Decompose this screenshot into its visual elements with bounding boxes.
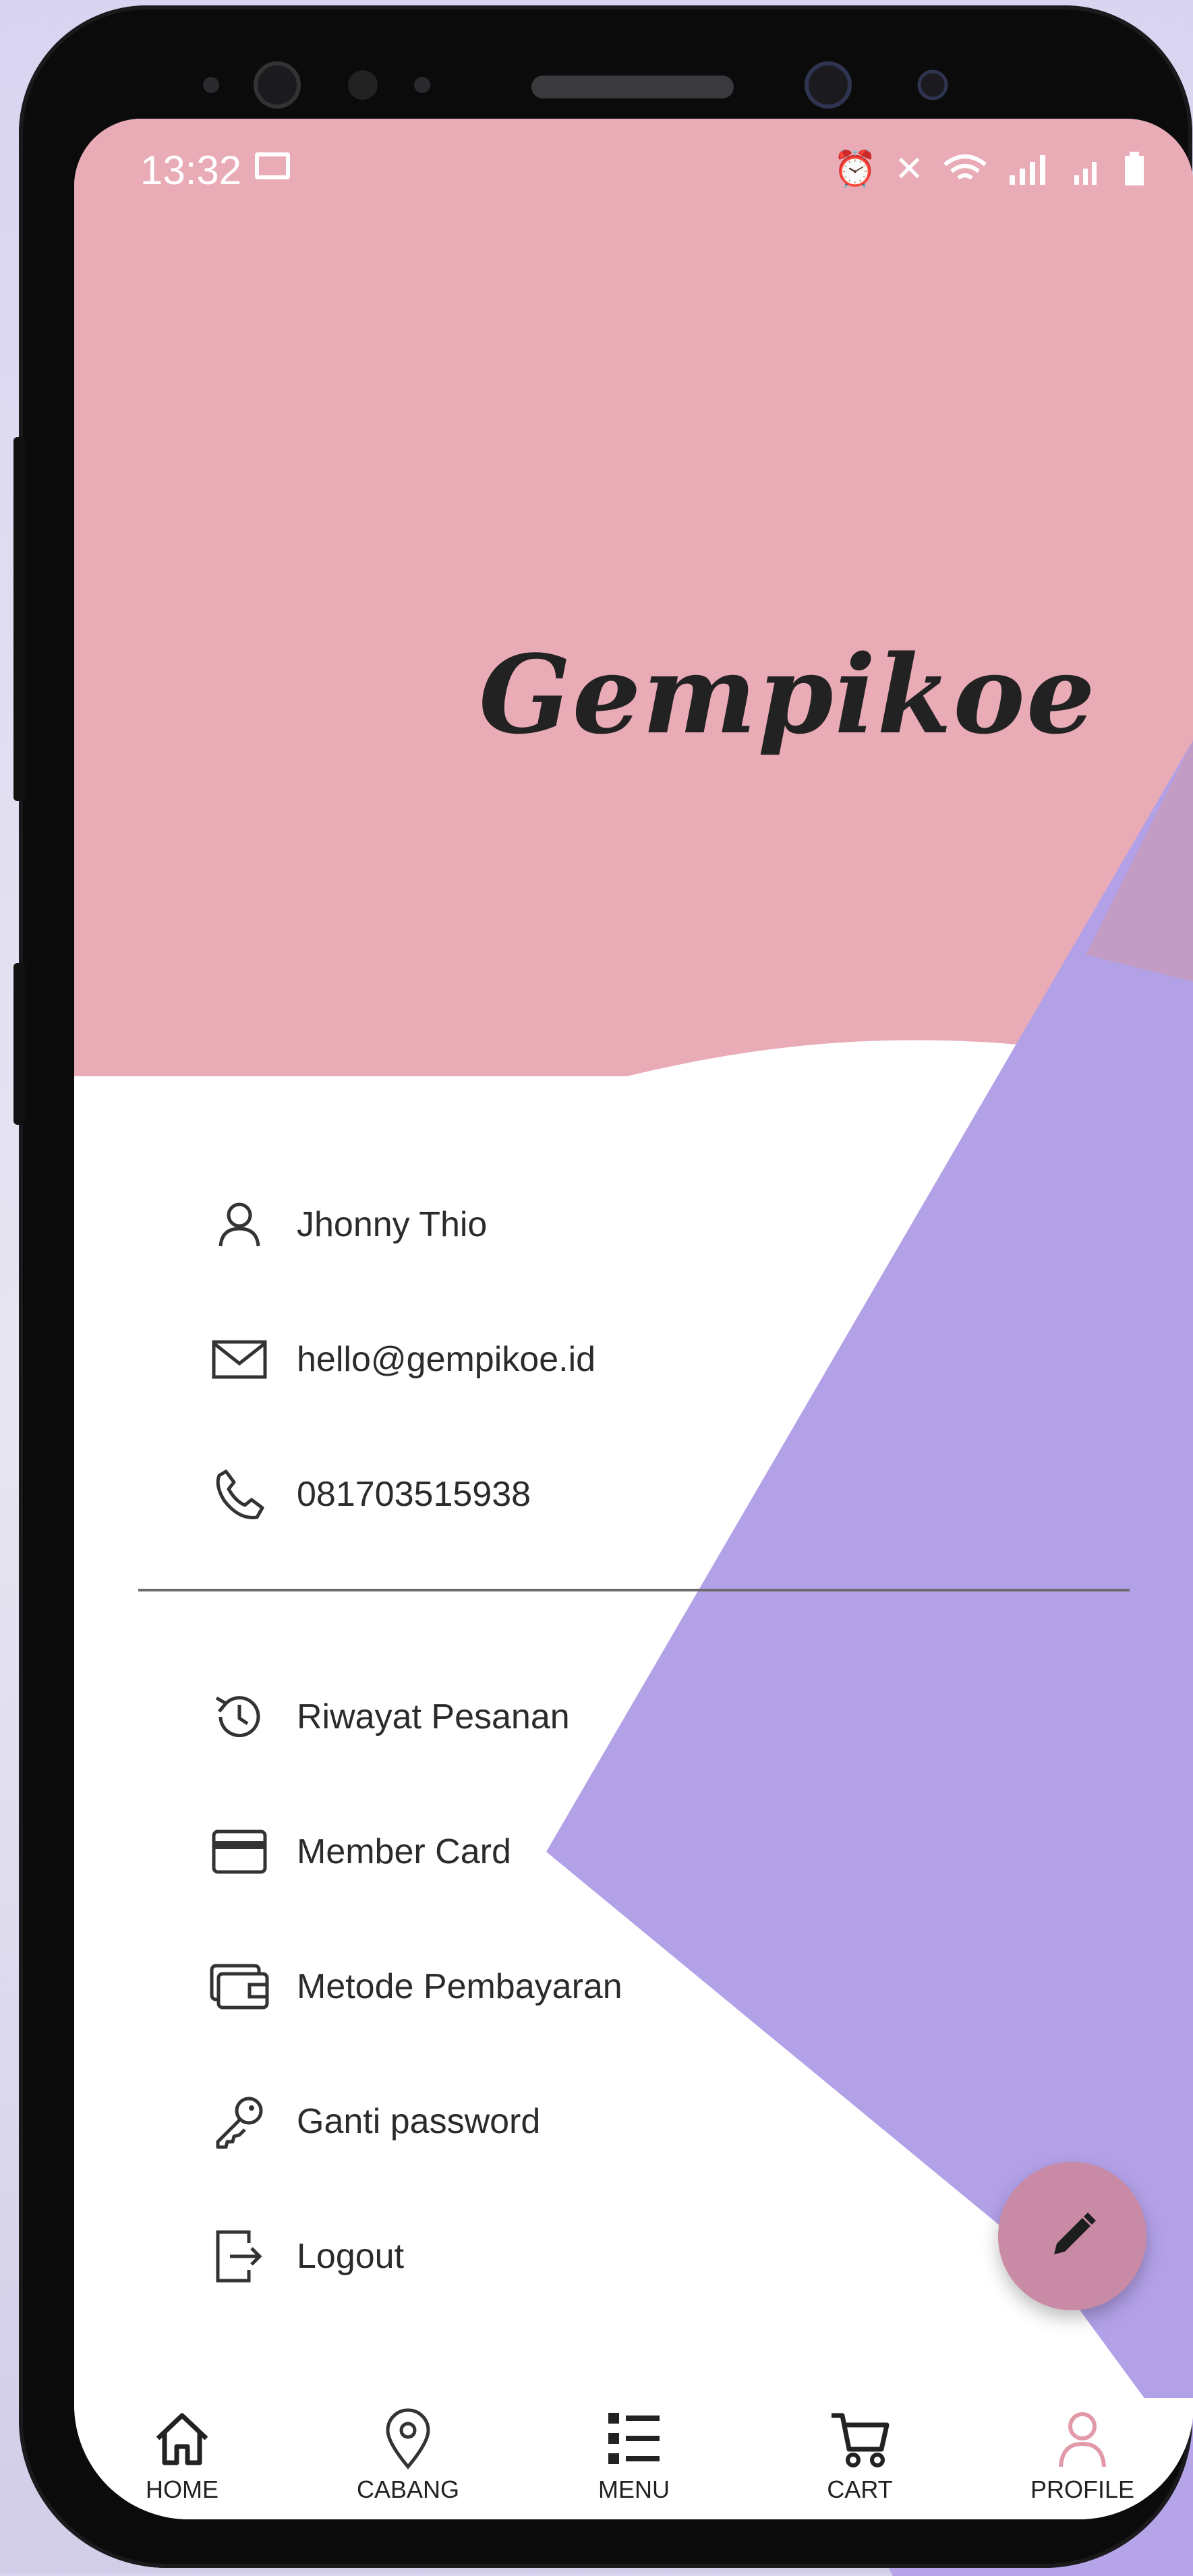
profile-email-row: hello@gempikoe.id: [74, 1312, 1193, 1407]
nav-label: PROFILE: [1030, 2476, 1135, 2503]
status-time: 13:32: [140, 148, 242, 193]
profile-name-row: Jhonny Thio: [74, 1177, 1193, 1272]
history-icon: [209, 1687, 270, 1747]
nav-cart[interactable]: CART: [779, 2405, 941, 2519]
home-icon: [156, 2413, 208, 2465]
profile-phone-row: 081703515938: [74, 1447, 1193, 1542]
user-icon: [209, 1194, 270, 1255]
app-screen: 13:32 ⏰ ✕ Gempikoe Jhonny Thio hello@gem…: [74, 119, 1193, 2519]
cart-icon: [832, 2413, 890, 2467]
phone-icon: [209, 1464, 270, 1525]
menu-item-metode-pembayaran[interactable]: Metode Pembayaran: [74, 1939, 749, 2034]
mail-icon: [209, 1329, 270, 1390]
nav-profile[interactable]: PROFILE: [1001, 2405, 1163, 2519]
signal-icon-2: [1074, 161, 1097, 185]
mute-icon: ✕: [894, 149, 924, 189]
profile-name: Jhonny Thio: [297, 1205, 488, 1244]
nav-cabang[interactable]: CABANG: [327, 2405, 489, 2519]
menu-item-member-card[interactable]: Member Card: [74, 1805, 749, 1899]
logout-icon: [209, 2226, 270, 2287]
menu-label: Riwayat Pesanan: [297, 1697, 570, 1736]
nav-home[interactable]: HOME: [101, 2405, 263, 2519]
gallery-notification-icon: [255, 152, 290, 179]
menu-item-logout[interactable]: Logout: [74, 2209, 749, 2304]
edit-profile-button[interactable]: [998, 2162, 1146, 2310]
nav-label: MENU: [598, 2476, 670, 2503]
alarm-icon: ⏰: [833, 150, 877, 189]
side-button: [13, 963, 26, 1125]
profile-phone: 081703515938: [297, 1475, 531, 1514]
key-icon: [209, 2091, 270, 2152]
menu-label: Member Card: [297, 1832, 511, 1871]
nav-label: CABANG: [356, 2476, 460, 2503]
menu-item-ganti-password[interactable]: Ganti password: [74, 2074, 749, 2169]
card-icon: [209, 1821, 270, 1882]
phone-top-bezel: [203, 61, 948, 109]
location-pin-icon: [386, 2408, 430, 2469]
menu-label: Metode Pembayaran: [297, 1967, 622, 2006]
status-bar: 13:32 ⏰ ✕: [74, 119, 1193, 213]
app-logo: Gempikoe: [479, 631, 1097, 758]
profile-email: hello@gempikoe.id: [297, 1340, 596, 1379]
nav-label: HOME: [146, 2476, 219, 2503]
user-icon: [1059, 2412, 1106, 2467]
pencil-icon: [1054, 2213, 1096, 2254]
battery-icon: [1125, 151, 1144, 185]
volume-button: [13, 437, 26, 801]
signal-icon: [1010, 154, 1045, 185]
wallet-icon: [209, 1956, 270, 2017]
list-icon: [608, 2413, 660, 2464]
menu-item-riwayat-pesanan[interactable]: Riwayat Pesanan: [74, 1670, 749, 1764]
nav-menu[interactable]: MENU: [553, 2405, 715, 2519]
section-divider: [138, 1589, 1130, 1591]
menu-label: Logout: [297, 2237, 405, 2276]
wifi-icon: [943, 154, 987, 179]
phone-frame: 13:32 ⏰ ✕ Gempikoe Jhonny Thio hello@gem…: [13, 5, 1193, 2568]
menu-label: Ganti password: [297, 2102, 541, 2141]
nav-label: CART: [827, 2476, 893, 2503]
